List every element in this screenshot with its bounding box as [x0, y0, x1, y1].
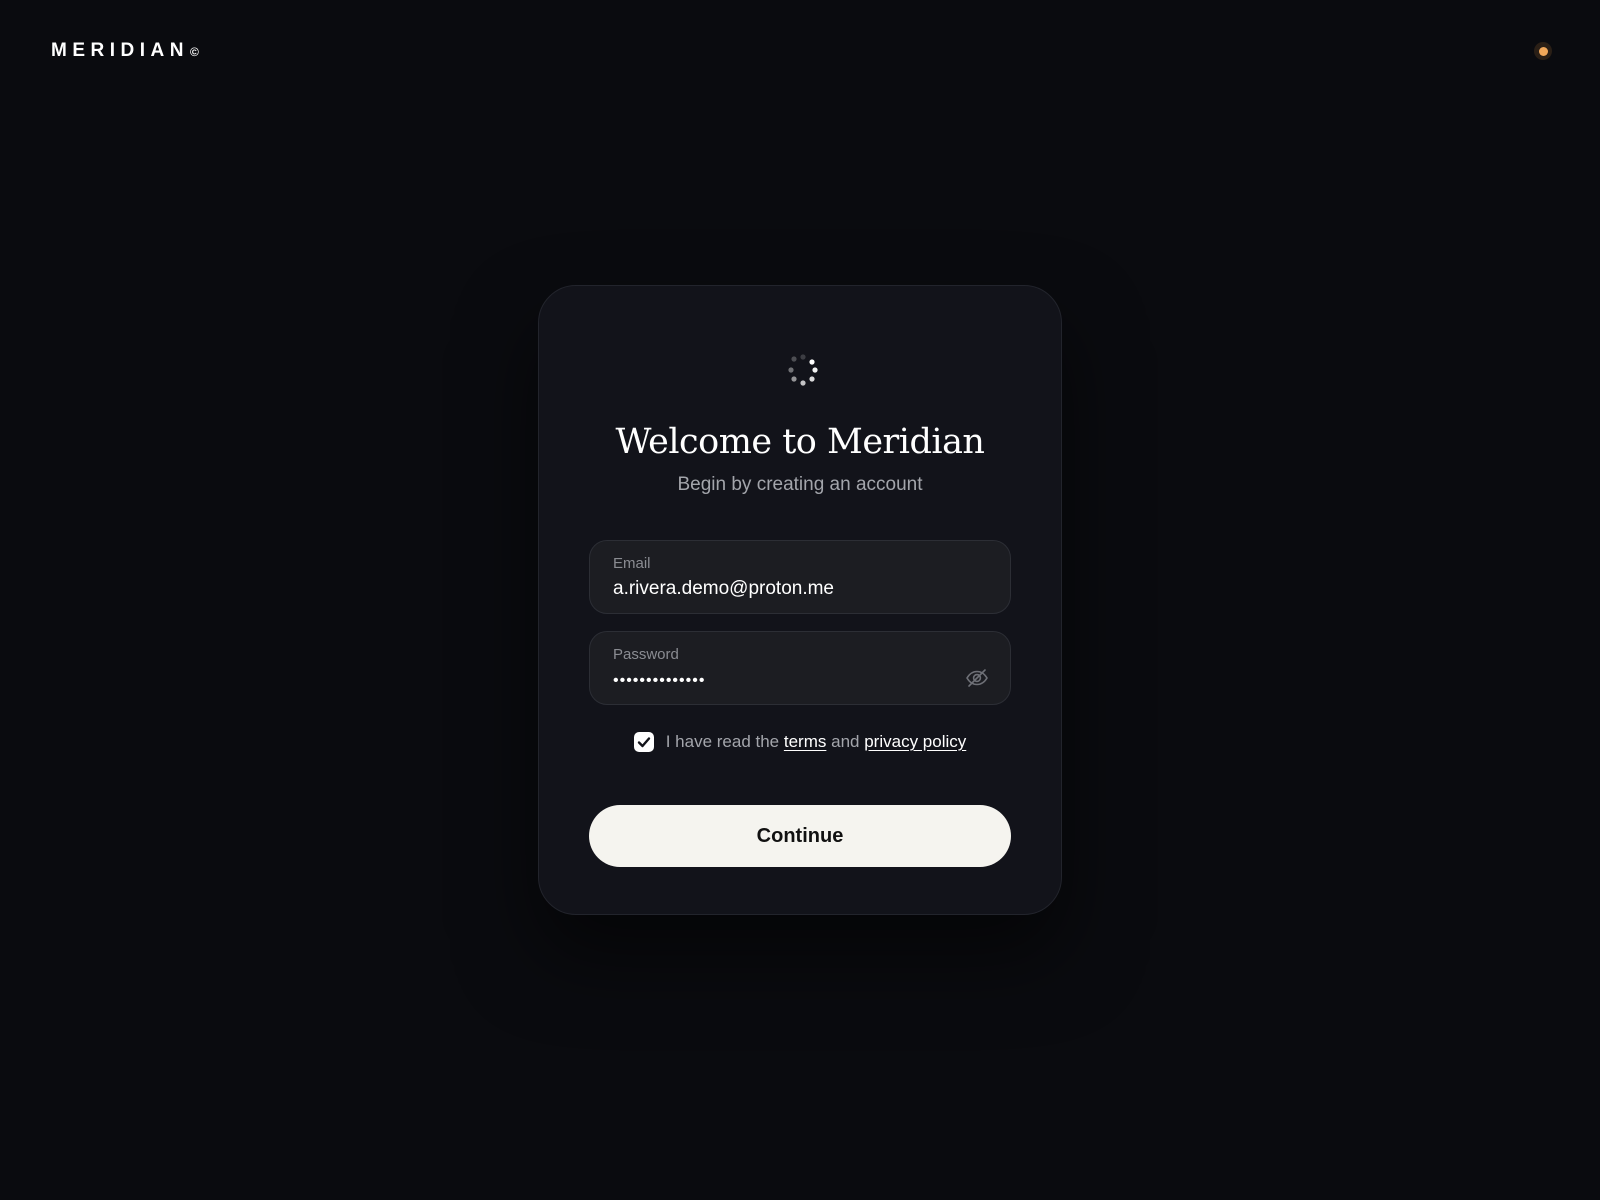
brand-logo-mark: ©: [189, 45, 199, 59]
password-field[interactable]: Password: [589, 631, 1011, 705]
consent-text-joiner: and: [831, 732, 860, 751]
email-field[interactable]: Email: [589, 540, 1011, 614]
privacy-policy-link[interactable]: privacy policy: [864, 732, 966, 752]
status-indicator-icon: [1534, 42, 1552, 60]
signup-card: Welcome to Meridian Begin by creating an…: [538, 285, 1062, 915]
eye-off-icon[interactable]: [964, 665, 990, 691]
consent-row: I have read the terms and privacy policy: [539, 732, 1061, 752]
page-title: Welcome to Meridian: [615, 422, 985, 462]
loading-spinner-icon: [788, 354, 818, 386]
status-indicator-dot: [1538, 46, 1548, 56]
page-subtitle: Begin by creating an account: [677, 474, 923, 495]
signup-page: MERIDIAN © Welcome to Meridian Begin by …: [0, 0, 1600, 1200]
password-label: Password: [613, 646, 679, 663]
email-input[interactable]: [613, 578, 943, 600]
brand-logo[interactable]: MERIDIAN ©: [51, 40, 199, 62]
consent-text-prefix: I have read the: [665, 732, 780, 751]
brand-logo-text: MERIDIAN: [51, 40, 189, 61]
consent-checkbox[interactable]: [633, 732, 654, 752]
checkmark-icon: [637, 737, 650, 748]
password-input[interactable]: [613, 672, 943, 690]
continue-button[interactable]: Continue: [589, 805, 1011, 867]
email-label: Email: [613, 555, 651, 572]
terms-link[interactable]: terms: [784, 732, 827, 752]
